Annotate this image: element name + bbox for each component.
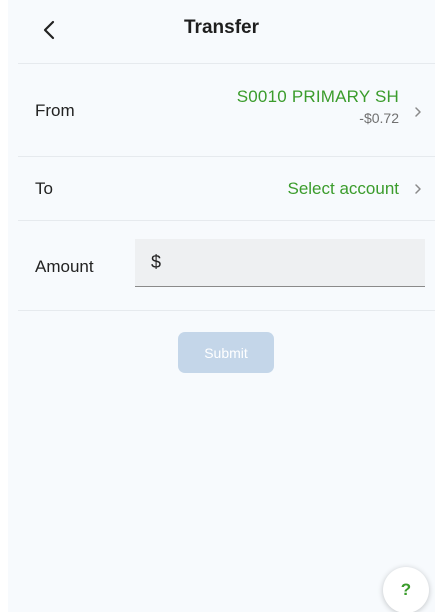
help-button[interactable]: ? [383,567,429,612]
select-account-link: Select account [287,179,399,198]
from-account-row[interactable]: From S0010 PRIMARY SH -$0.72 [8,64,435,156]
from-label: From [35,101,75,120]
from-account-name: S0010 PRIMARY SH [236,87,399,106]
amount-label: Amount [35,257,94,276]
left-edge [0,0,8,612]
to-account-row[interactable]: To Select account [8,158,435,220]
divider [18,156,435,157]
from-account-balance: -$0.72 [359,110,399,126]
transfer-screen: Transfer From S0010 PRIMARY SH -$0.72 To… [0,0,435,612]
divider [18,220,435,221]
amount-input[interactable] [161,239,425,286]
chevron-right-icon [415,184,421,194]
to-label: To [35,179,53,198]
submit-button[interactable]: Submit [178,332,274,373]
page-title: Transfer [184,17,259,38]
header: Transfer [8,0,435,62]
chevron-right-icon [415,107,421,117]
divider [18,310,435,311]
currency-symbol: $ [151,252,162,272]
amount-field[interactable]: $ [135,239,425,287]
question-mark-icon: ? [400,580,412,599]
amount-row: Amount $ [8,222,435,310]
